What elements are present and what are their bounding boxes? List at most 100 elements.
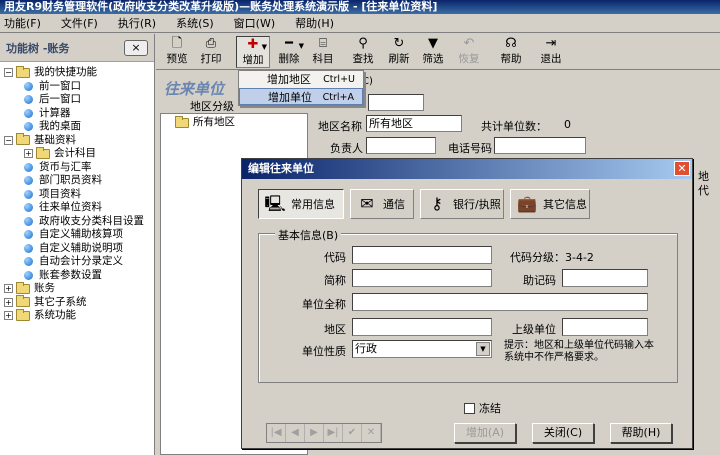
toolbar-button[interactable]: ⇥ 退出 — [534, 36, 568, 68]
help-button[interactable]: 帮助(H) — [610, 423, 672, 443]
short-name-input[interactable] — [352, 269, 492, 287]
expand-icon[interactable]: + — [4, 284, 13, 294]
expand-icon[interactable]: + — [4, 311, 13, 321]
region-name-input[interactable]: 所有地区 — [366, 115, 462, 132]
toolbar-button[interactable]: ━ ▼ 删除 — [272, 36, 306, 68]
tree-node[interactable]: 计算器 — [0, 107, 154, 121]
tree-node[interactable]: 部门职员资料 — [0, 174, 154, 188]
close-button[interactable]: 关闭(C) — [532, 423, 594, 443]
toolbar-button[interactable]: ⚲ 查找 — [346, 36, 380, 68]
mnemonic-input[interactable] — [562, 269, 648, 287]
toolbar-button[interactable]: ⌸ 科目 — [306, 36, 340, 68]
menu-system[interactable]: 系统(S) — [166, 15, 224, 32]
tree-node[interactable]: 前一窗口 — [0, 80, 154, 94]
menu-item-add-region[interactable]: 增加地区 Ctrl+U — [239, 71, 363, 88]
tree-node[interactable]: 我的桌面 — [0, 120, 154, 134]
close-icon[interactable]: × — [124, 39, 148, 56]
phone-input[interactable] — [494, 137, 586, 154]
menu-function[interactable]: 功能(F) — [0, 15, 51, 32]
tree-node-all-regions[interactable]: 所有地区 — [161, 115, 307, 130]
region-name-label: 地区名称 — [318, 120, 362, 133]
cancel-button[interactable]: ✕ — [362, 424, 381, 442]
tree-node[interactable]: 自定义辅助核算项 — [0, 228, 154, 242]
next-record-button[interactable]: ▶ — [305, 424, 324, 442]
filter-icon: ▼ — [428, 36, 438, 51]
tree-node-label: 所有地区 — [193, 116, 235, 128]
tree-node[interactable]: 政府收支分类科目设置 — [0, 215, 154, 229]
tab-label: 银行/执照 — [453, 198, 501, 211]
tree-node[interactable]: 自动会计分录定义 — [0, 255, 154, 269]
toolbar-button[interactable]: ✚ ▼ 增加 — [236, 36, 270, 68]
menu-item-add-unit[interactable]: 增加单位 Ctrl+A — [239, 88, 363, 105]
confirm-button[interactable]: ✔ — [343, 424, 362, 442]
tree-node-label: 自动会计分录定义 — [39, 255, 123, 267]
parent-unit-input[interactable] — [562, 318, 648, 336]
briefcase-icon: 💼 — [517, 194, 537, 213]
full-name-input[interactable] — [352, 293, 648, 311]
tree-node[interactable]: − 我的快捷功能 — [0, 65, 154, 80]
last-record-button[interactable]: ▶| — [324, 424, 343, 442]
tree-node-label: 后一窗口 — [39, 93, 81, 105]
toolbar-button[interactable]: ↶ 恢复 — [452, 36, 486, 68]
tree-node[interactable]: + 会计科目 — [0, 146, 154, 161]
tree-node[interactable]: + 系统功能 — [0, 308, 154, 323]
toolbar-button[interactable]: ▼ 筛选 — [416, 36, 450, 68]
tab-other-info[interactable]: 💼 其它信息 — [510, 189, 590, 219]
menu-item-shortcut: Ctrl+A — [322, 92, 354, 103]
function-tree-panel: 功能树 -账务 × − 我的快捷功能 前一窗口 后一窗口 计算器 我的桌面 − 基础资料 + 会计… — [0, 34, 155, 455]
freeze-checkbox[interactable]: 冻结 — [464, 400, 501, 416]
unit-count-label: 共计单位数： — [481, 120, 547, 133]
first-record-button[interactable]: |◀ — [267, 424, 286, 442]
menu-window[interactable]: 窗口(W) — [224, 15, 285, 32]
item-bullet-icon — [24, 95, 33, 105]
account-icon: ⌸ — [319, 36, 327, 51]
tree-node[interactable]: + 其它子系统 — [0, 295, 154, 310]
menu-file[interactable]: 文件(F) — [51, 15, 108, 32]
menu-item-shortcut: Ctrl+U — [323, 74, 355, 85]
tree-node-label: 计算器 — [39, 106, 71, 119]
add-button[interactable]: 增加(A) — [454, 423, 516, 443]
tab-communication[interactable]: ✉ 通信 — [350, 189, 414, 219]
toolbar-button-label: 科目 — [312, 53, 334, 65]
tab-common-info[interactable]: 🖳 常用信息 — [258, 189, 344, 219]
short-name-label: 简称 — [324, 274, 346, 287]
chevron-down-icon[interactable]: ▼ — [262, 43, 267, 51]
dialog-title-text: 编辑往来单位 — [248, 162, 314, 175]
menu-help[interactable]: 帮助(H) — [285, 15, 344, 32]
toolbar-button[interactable]: ⎙ 打印 — [194, 36, 228, 68]
tree-node[interactable]: 后一窗口 — [0, 93, 154, 107]
phone-label: 电话号码 — [448, 142, 492, 155]
chevron-down-icon[interactable]: ▼ — [476, 342, 490, 356]
tree-node-label: 政府收支分类科目设置 — [39, 214, 144, 227]
tree-node[interactable]: 往来单位资料 — [0, 201, 154, 215]
edit-unit-dialog: 编辑往来单位 ✕ 🖳 常用信息 ✉ 通信 ⚷ 银行/执照 💼 其它信息 基本信息… — [241, 158, 693, 449]
toolbar-button[interactable]: ↻ 刷新 — [382, 36, 416, 68]
expand-icon[interactable]: + — [24, 149, 33, 159]
close-icon[interactable]: ✕ — [674, 161, 690, 176]
code-input[interactable] — [352, 246, 492, 264]
tree-node[interactable]: 项目资料 — [0, 188, 154, 202]
region-grade-input[interactable] — [368, 94, 424, 111]
tree-node[interactable]: − 基础资料 — [0, 133, 154, 148]
collapse-icon[interactable]: − — [4, 135, 13, 145]
toolbar-button[interactable]: 🗋 预览 — [160, 36, 194, 68]
collapse-icon[interactable]: − — [4, 68, 13, 78]
tree-node[interactable]: 自定义辅助说明项 — [0, 242, 154, 256]
expand-icon[interactable]: + — [4, 297, 13, 307]
chevron-down-icon[interactable]: ▼ — [299, 42, 304, 50]
unit-type-select[interactable]: 行政 ▼ — [352, 340, 492, 358]
toolbar-button[interactable]: ☊ 帮助 — [494, 36, 528, 68]
tree-node[interactable]: 账套参数设置 — [0, 269, 154, 283]
folder-icon — [16, 281, 30, 294]
checkbox-box[interactable] — [464, 402, 475, 414]
menu-execute[interactable]: 执行(R) — [108, 15, 166, 32]
prev-record-button[interactable]: ◀ — [286, 424, 305, 442]
tree-node[interactable]: + 账务 — [0, 281, 154, 296]
tab-bank-license[interactable]: ⚷ 银行/执照 — [420, 189, 504, 219]
unit-type-label: 单位性质 — [302, 345, 346, 358]
freeze-label: 冻结 — [479, 402, 501, 415]
person-in-charge-input[interactable] — [366, 137, 436, 154]
tree-node[interactable]: 货币与汇率 — [0, 161, 154, 175]
region-input[interactable] — [352, 318, 492, 336]
toolbar: 🗋 预览 ⎙ 打印 ✚ ▼ 增加 ━ ▼ 删除 ⌸ 科目 ⚲ 查找 ↻ 刷新 ▼ 筛选 ↶ 恢复 ☊ 帮助 ⇥ 退出 — [156, 34, 720, 70]
